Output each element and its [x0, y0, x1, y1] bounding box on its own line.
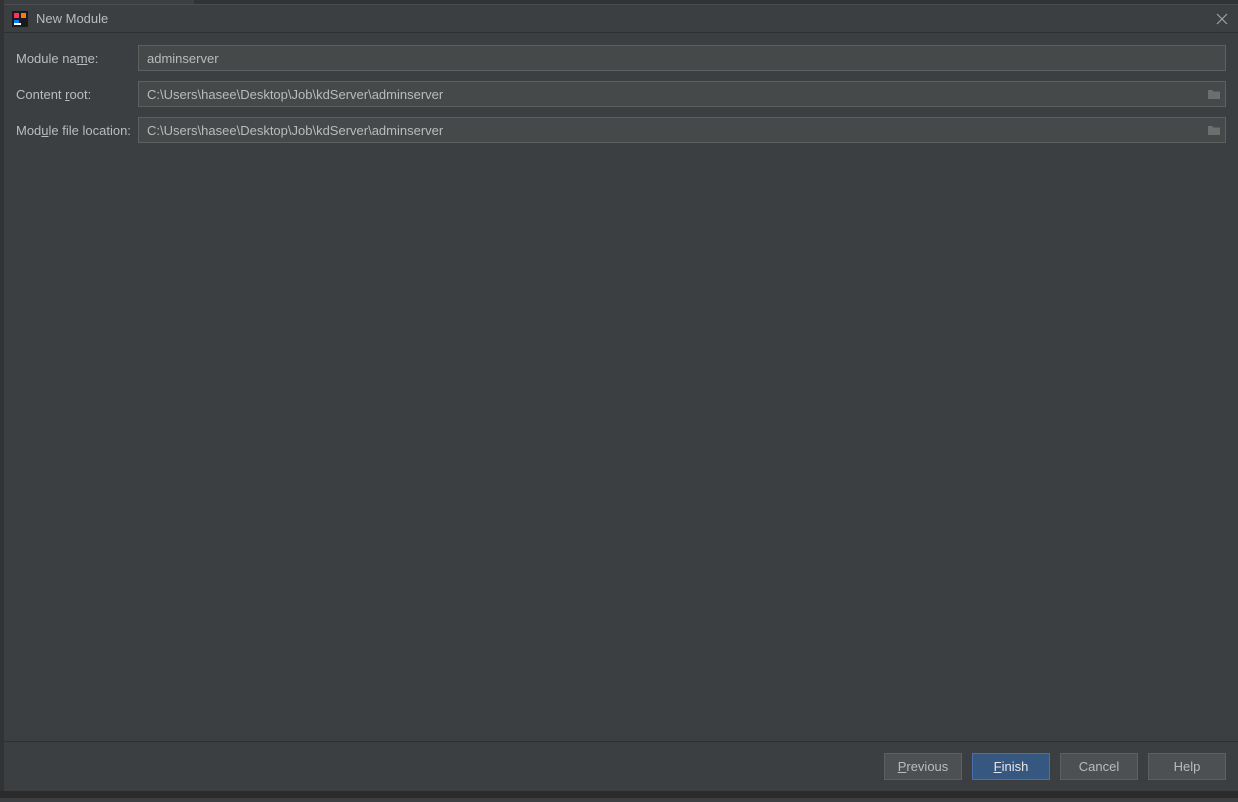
content-root-input-wrap [138, 81, 1226, 107]
dialog-title: New Module [36, 11, 1214, 26]
module-file-location-input[interactable] [139, 118, 1203, 142]
previous-button[interactable]: Previous [884, 753, 962, 780]
module-name-row: Module name: [16, 45, 1226, 71]
help-button[interactable]: Help [1148, 753, 1226, 780]
intellij-icon [12, 11, 28, 27]
module-file-location-input-wrap [138, 117, 1226, 143]
new-module-dialog: New Module Module name: Content root: [4, 4, 1238, 791]
window-bottom-strip [0, 791, 1238, 798]
dialog-footer: Previous Finish Cancel Help [4, 741, 1238, 791]
cancel-button[interactable]: Cancel [1060, 753, 1138, 780]
finish-button[interactable]: Finish [972, 753, 1050, 780]
content-root-label: Content root: [16, 87, 138, 102]
dialog-content: Module name: Content root: Module f [4, 33, 1238, 741]
module-name-label: Module name: [16, 51, 138, 66]
close-icon[interactable] [1214, 11, 1230, 27]
folder-browse-icon[interactable] [1203, 118, 1225, 142]
content-root-input[interactable] [139, 82, 1203, 106]
folder-browse-icon[interactable] [1203, 82, 1225, 106]
module-name-input-wrap [138, 45, 1226, 71]
module-name-input[interactable] [139, 46, 1225, 70]
title-bar: New Module [4, 5, 1238, 33]
content-root-row: Content root: [16, 81, 1226, 107]
module-file-location-label: Module file location: [16, 123, 138, 138]
module-file-location-row: Module file location: [16, 117, 1226, 143]
